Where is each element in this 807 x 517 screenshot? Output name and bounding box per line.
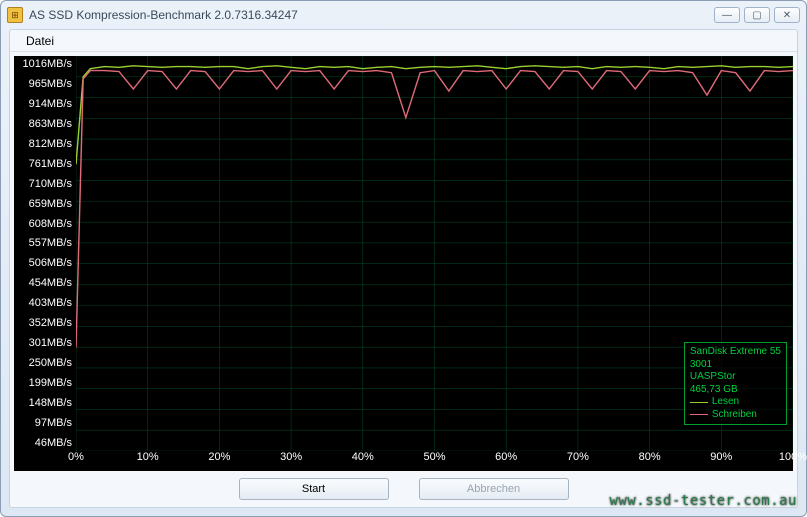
x-tick-label: 20% (208, 451, 230, 463)
menu-datei[interactable]: Datei (18, 32, 62, 50)
y-tick-label: 965MB/s (18, 78, 72, 90)
titlebar: ⊞ AS SSD Kompression-Benchmark 2.0.7316.… (1, 1, 806, 29)
y-tick-label: 352MB/s (18, 317, 72, 329)
x-tick-label: 100% (779, 451, 807, 463)
legend-read-line (690, 402, 708, 403)
legend-write-row: Schreiben (690, 409, 781, 422)
legend-firmware: 3001 (690, 359, 781, 372)
legend-device: SanDisk Extreme 55 (690, 346, 781, 359)
legend-write-label: Schreiben (712, 409, 757, 422)
y-tick-label: 659MB/s (18, 198, 72, 210)
plot-area: SanDisk Extreme 55 3001 UASPStor 465,73 … (76, 56, 793, 451)
x-tick-label: 50% (423, 451, 445, 463)
y-tick-label: 148MB/s (18, 397, 72, 409)
y-tick-label: 46MB/s (18, 437, 72, 449)
maximize-button[interactable]: ▢ (744, 7, 770, 23)
x-tick-label: 90% (710, 451, 732, 463)
minimize-button[interactable]: — (714, 7, 740, 23)
y-tick-label: 301MB/s (18, 337, 72, 349)
y-tick-label: 761MB/s (18, 158, 72, 170)
content-panel: Datei 1016MB/s 965MB/s 914MB/s 863MB/s 812MB… (9, 29, 798, 508)
x-tick-label: 30% (280, 451, 302, 463)
x-axis: 0%10%20%30%40%50%60%70%80%90%100% (14, 451, 793, 471)
x-tick-label: 10% (137, 451, 159, 463)
start-button[interactable]: Start (239, 478, 389, 500)
x-tick-label: 40% (352, 451, 374, 463)
menubar: Datei (10, 30, 797, 52)
legend-read-row: Lesen (690, 396, 781, 409)
cancel-button[interactable]: Abbrechen (419, 478, 569, 500)
legend-controller: UASPStor (690, 371, 781, 384)
chart-container: 1016MB/s 965MB/s 914MB/s 863MB/s 812MB/s 761M… (10, 52, 797, 471)
window-controls: — ▢ ✕ (714, 7, 800, 23)
app-window: ⊞ AS SSD Kompression-Benchmark 2.0.7316.… (0, 0, 807, 517)
button-bar: Start Abbrechen (10, 471, 797, 507)
y-tick-label: 863MB/s (18, 118, 72, 130)
y-tick-label: 454MB/s (18, 277, 72, 289)
y-tick-label: 403MB/s (18, 297, 72, 309)
y-axis: 1016MB/s 965MB/s 914MB/s 863MB/s 812MB/s 761M… (14, 56, 76, 451)
y-tick-label: 250MB/s (18, 357, 72, 369)
y-tick-label: 1016MB/s (18, 58, 72, 70)
y-tick-label: 914MB/s (18, 98, 72, 110)
legend-write-line (690, 414, 708, 415)
legend-capacity: 465,73 GB (690, 384, 781, 397)
x-tick-label: 0% (68, 451, 84, 463)
y-tick-label: 608MB/s (18, 218, 72, 230)
close-button[interactable]: ✕ (774, 7, 800, 23)
x-axis-spacer (14, 451, 76, 471)
chart-area: 1016MB/s 965MB/s 914MB/s 863MB/s 812MB/s 761M… (14, 56, 793, 451)
x-tick-label: 70% (567, 451, 589, 463)
y-tick-label: 506MB/s (18, 257, 72, 269)
y-tick-label: 812MB/s (18, 138, 72, 150)
legend-read-label: Lesen (712, 396, 739, 409)
legend-box: SanDisk Extreme 55 3001 UASPStor 465,73 … (684, 342, 787, 425)
y-tick-label: 710MB/s (18, 178, 72, 190)
x-axis-ticks: 0%10%20%30%40%50%60%70%80%90%100% (76, 451, 793, 471)
x-tick-label: 60% (495, 451, 517, 463)
window-title: AS SSD Kompression-Benchmark 2.0.7316.34… (29, 8, 714, 22)
app-icon: ⊞ (7, 7, 23, 23)
y-tick-label: 199MB/s (18, 377, 72, 389)
y-tick-label: 557MB/s (18, 237, 72, 249)
x-tick-label: 80% (639, 451, 661, 463)
y-tick-label: 97MB/s (18, 417, 72, 429)
